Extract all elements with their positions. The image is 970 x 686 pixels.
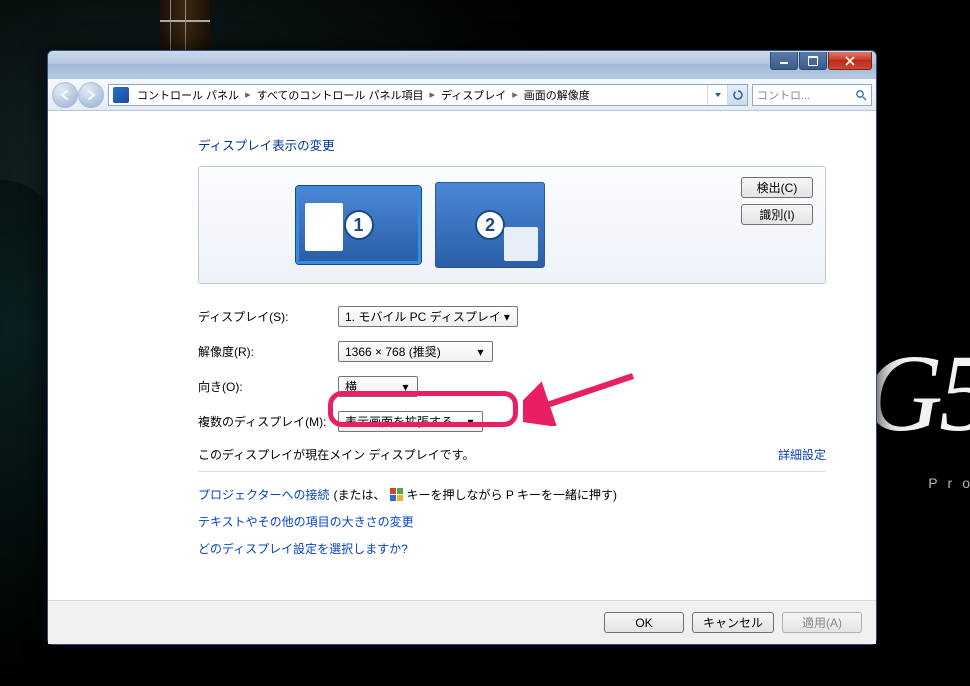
apply-button[interactable]: 適用(A) bbox=[782, 612, 862, 633]
projector-link[interactable]: プロジェクターへの接続 bbox=[198, 486, 330, 503]
multi-display-select[interactable]: 表示画面を拡張する ▾ bbox=[338, 411, 483, 432]
monitor-1[interactable]: 1 bbox=[296, 186, 421, 264]
chevron-right-icon[interactable]: ▸ bbox=[427, 88, 437, 101]
navbar: コントロール パネル ▸ すべてのコントロール パネル項目 ▸ ディスプレイ ▸… bbox=[48, 79, 876, 111]
projector-hint-pre: (または、 bbox=[334, 486, 386, 503]
chevron-down-icon: ▾ bbox=[398, 377, 413, 396]
back-arrow-icon bbox=[59, 89, 71, 101]
monitor-number-badge: 1 bbox=[344, 210, 374, 240]
minimize-button[interactable] bbox=[770, 52, 798, 70]
monitor-preview-window bbox=[504, 227, 538, 261]
page-title: ディスプレイ表示の変更 bbox=[198, 135, 826, 154]
display-select[interactable]: 1. モバイル PC ディスプレイ ▾ bbox=[338, 306, 518, 327]
brand-subtext: Pro bbox=[928, 475, 970, 491]
display-label: ディスプレイ(S): bbox=[198, 308, 338, 325]
multi-display-value: 表示画面を拡張する bbox=[345, 413, 463, 430]
main-display-status: このディスプレイが現在メイン ディスプレイです。 bbox=[198, 446, 474, 463]
maximize-button[interactable] bbox=[799, 52, 827, 70]
orientation-select[interactable]: 横 ▾ bbox=[338, 376, 418, 397]
orientation-value: 横 bbox=[345, 378, 398, 395]
breadcrumb[interactable]: 画面の解像度 bbox=[520, 87, 594, 103]
resolution-select[interactable]: 1366 × 768 (推奨) ▾ bbox=[338, 341, 493, 362]
monitor-number-badge: 2 bbox=[475, 210, 505, 240]
multi-display-label: 複数のディスプレイ(M): bbox=[198, 413, 338, 430]
monitor-arrangement-panel[interactable]: 1 2 検出(C) 識別(I) bbox=[198, 166, 826, 284]
orientation-label: 向き(O): bbox=[198, 378, 338, 395]
breadcrumb[interactable]: すべてのコントロール パネル項目 bbox=[253, 87, 428, 103]
monitor-preview-window bbox=[305, 203, 343, 251]
refresh-icon bbox=[732, 89, 744, 101]
back-button[interactable] bbox=[52, 82, 78, 108]
advanced-settings-link[interactable]: 詳細設定 bbox=[778, 446, 826, 463]
content-area: ディスプレイ表示の変更 1 2 検出(C) 識別(I) ディスプレイ(S): bbox=[48, 111, 876, 600]
windows-key-icon bbox=[390, 488, 403, 501]
projector-hint-post: キーを押しながら P キーを一緒に押す) bbox=[407, 486, 617, 503]
which-settings-link[interactable]: どのディスプレイ設定を選択しますか? bbox=[198, 540, 408, 557]
projector-link-row: プロジェクターへの接続 (または、 キーを押しながら P キーを一緒に押す) bbox=[198, 486, 826, 503]
chevron-down-icon: ▾ bbox=[501, 307, 513, 326]
text-size-link[interactable]: テキストやその他の項目の大きさの変更 bbox=[198, 513, 414, 530]
chevron-down-icon: ▾ bbox=[463, 412, 478, 431]
window: コントロール パネル ▸ すべてのコントロール パネル項目 ▸ ディスプレイ ▸… bbox=[47, 50, 877, 645]
resolution-label: 解像度(R): bbox=[198, 343, 338, 360]
dialog-footer: OK キャンセル 適用(A) bbox=[48, 600, 876, 644]
breadcrumb[interactable]: コントロール パネル bbox=[133, 87, 243, 103]
refresh-button[interactable] bbox=[727, 85, 747, 105]
chevron-right-icon[interactable]: ▸ bbox=[243, 88, 253, 101]
detect-button[interactable]: 検出(C) bbox=[741, 177, 813, 198]
search-icon bbox=[855, 89, 867, 101]
separator bbox=[198, 471, 826, 472]
forward-arrow-icon bbox=[85, 89, 97, 101]
close-icon bbox=[845, 56, 855, 66]
cancel-button[interactable]: キャンセル bbox=[692, 612, 774, 633]
brand-logo: G5 bbox=[864, 330, 970, 457]
forward-button[interactable] bbox=[78, 82, 104, 108]
identify-button[interactable]: 識別(I) bbox=[741, 204, 813, 225]
nav-buttons bbox=[52, 82, 104, 108]
breadcrumb[interactable]: ディスプレイ bbox=[437, 87, 510, 103]
titlebar[interactable] bbox=[48, 51, 876, 79]
address-bar[interactable]: コントロール パネル ▸ すべてのコントロール パネル項目 ▸ ディスプレイ ▸… bbox=[108, 84, 748, 106]
monitor-2[interactable]: 2 bbox=[435, 182, 545, 268]
search-input[interactable]: コントロ... bbox=[752, 84, 872, 106]
address-dropdown-button[interactable] bbox=[707, 85, 727, 105]
ok-button[interactable]: OK bbox=[604, 612, 684, 633]
close-button[interactable] bbox=[828, 52, 872, 70]
search-placeholder: コントロ... bbox=[757, 87, 855, 103]
resolution-value: 1366 × 768 (推奨) bbox=[345, 343, 473, 360]
chevron-right-icon[interactable]: ▸ bbox=[510, 88, 520, 101]
chevron-down-icon bbox=[714, 91, 722, 99]
chevron-down-icon: ▾ bbox=[473, 342, 488, 361]
display-value: 1. モバイル PC ディスプレイ bbox=[345, 308, 501, 325]
control-panel-icon bbox=[113, 87, 129, 103]
